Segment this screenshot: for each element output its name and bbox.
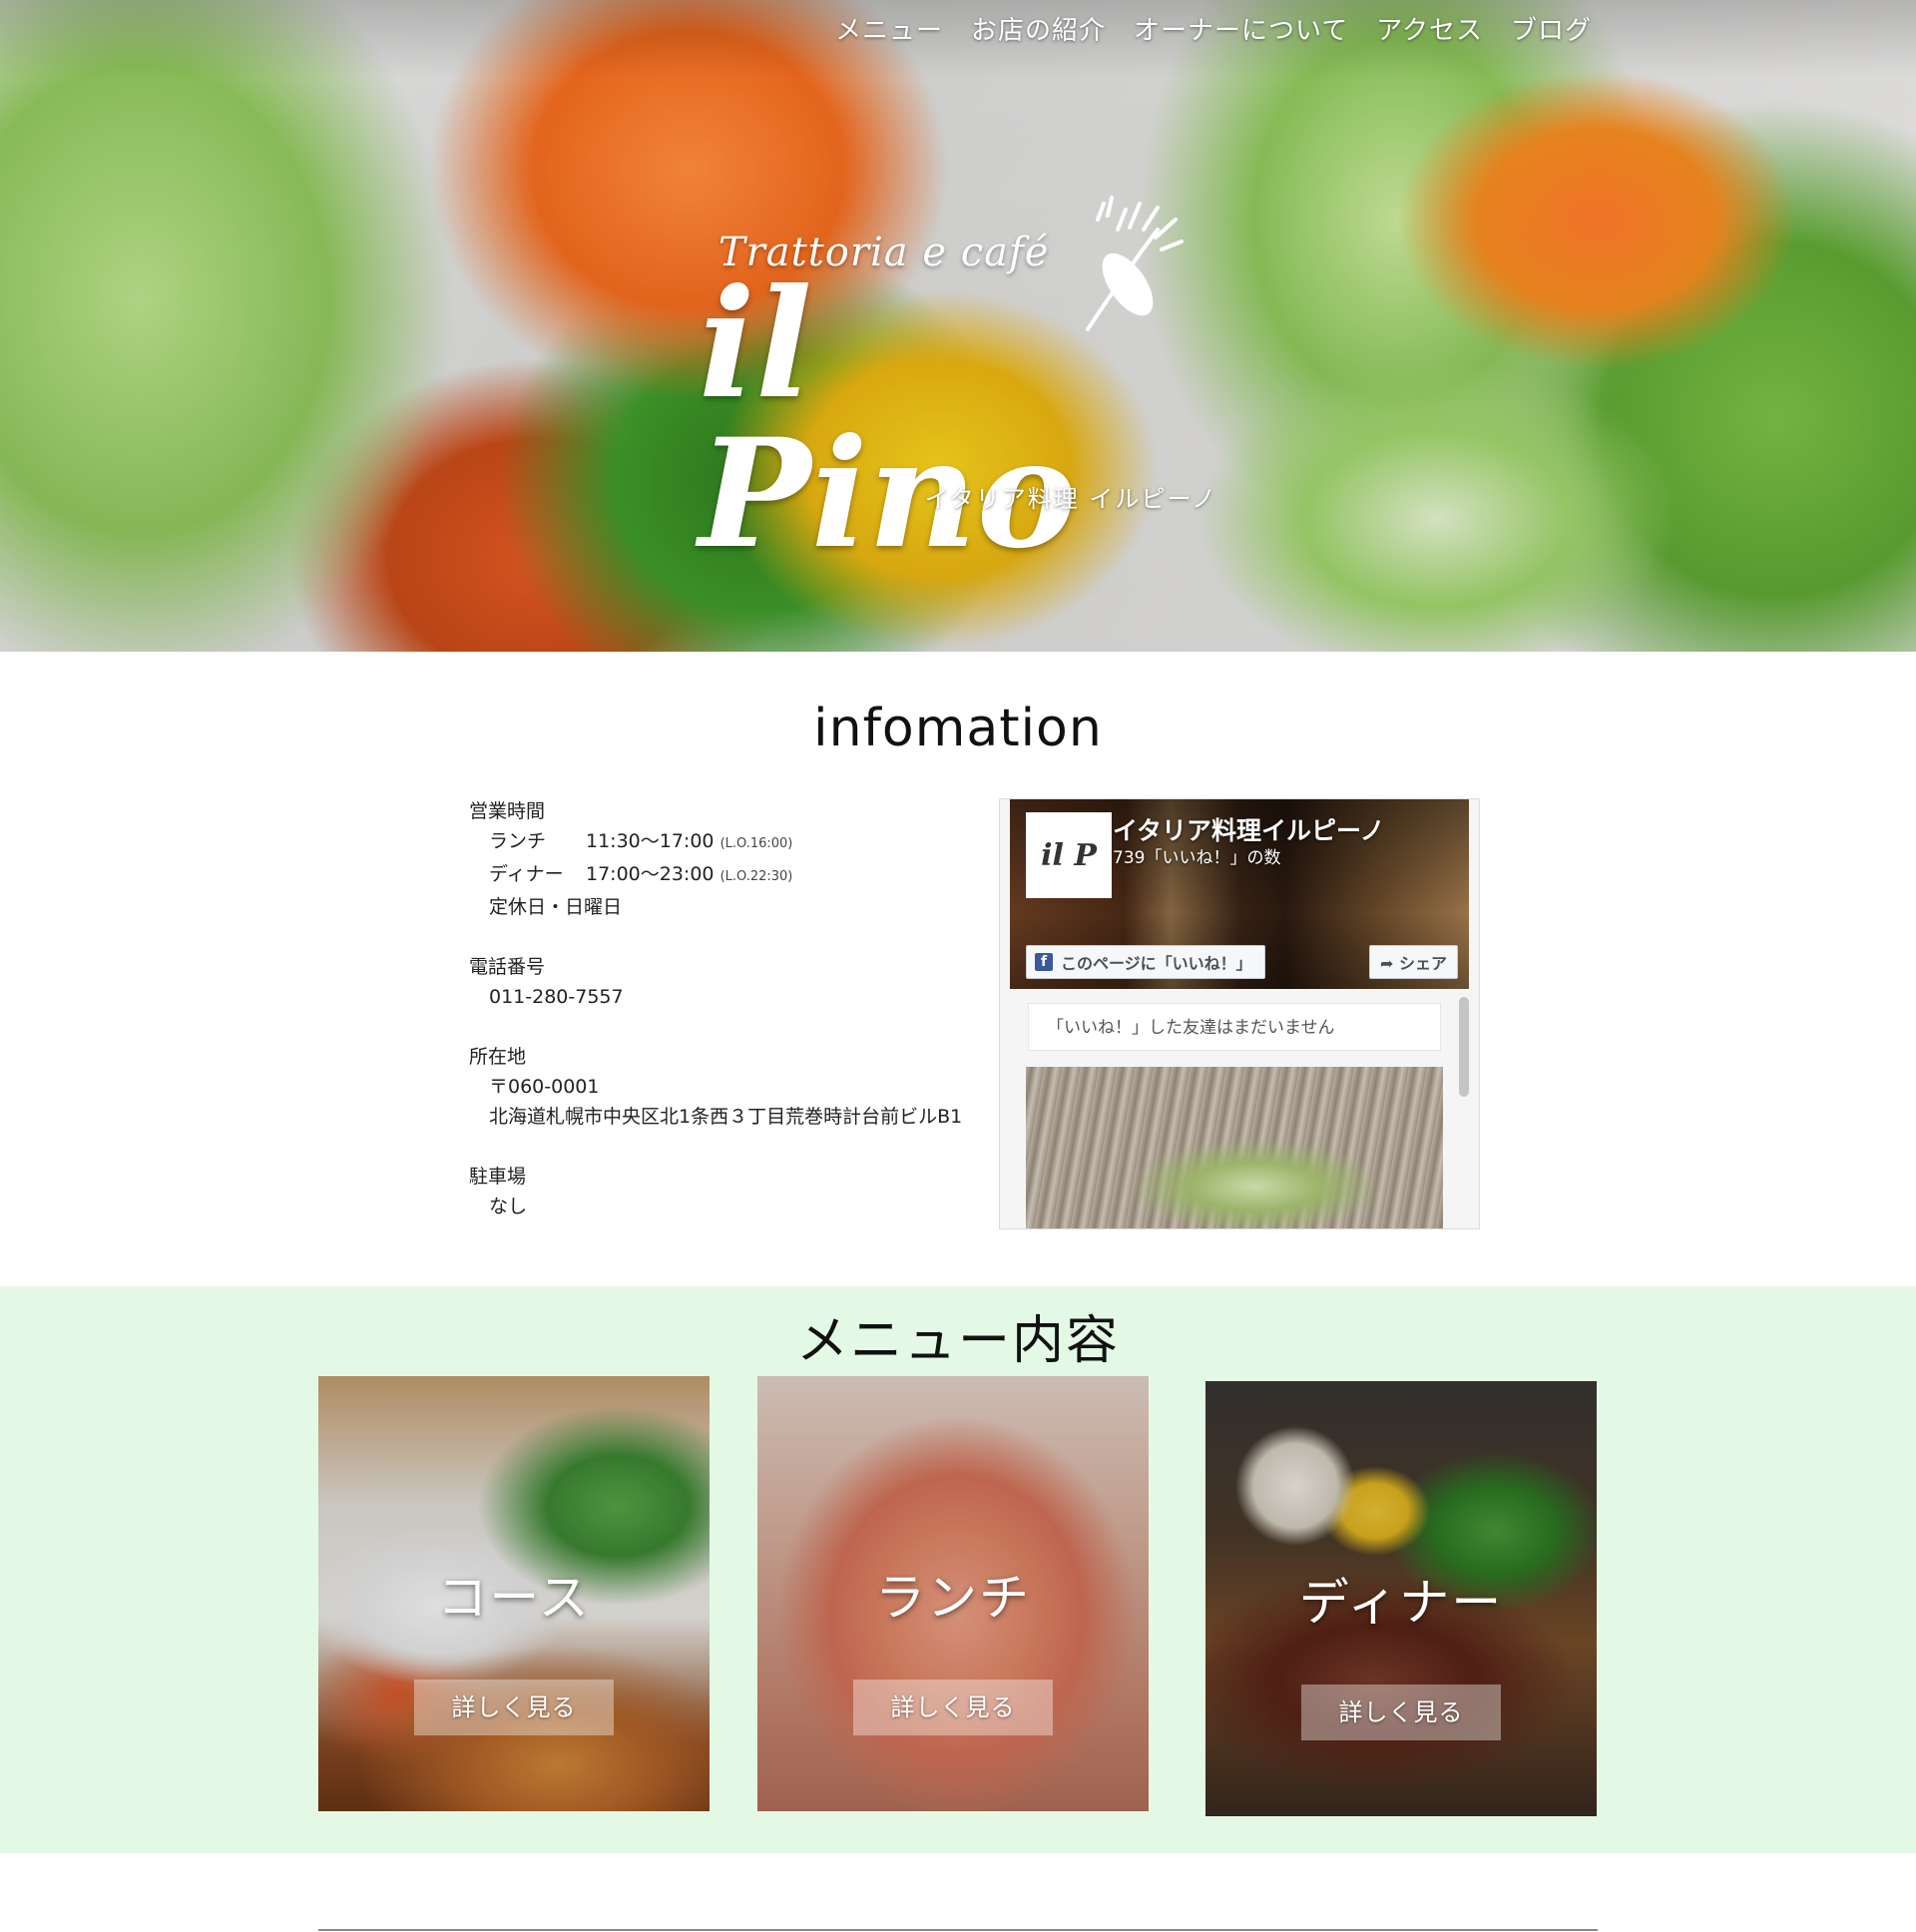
section-divider bbox=[318, 1929, 1598, 1931]
info-title: infomation bbox=[813, 699, 1103, 758]
menu-card-dinner[interactable]: ディナー 詳しく見る bbox=[1205, 1381, 1597, 1816]
facebook-like-count: 739「いいね！」の数 bbox=[1113, 848, 1281, 868]
menu-card-label: ディナー bbox=[1298, 1574, 1504, 1632]
facebook-friends-notice: 「いいね！」した友達はまだいません bbox=[1028, 1003, 1441, 1051]
logo-japanese-name: イタリア料理 イルピーノ bbox=[924, 485, 1217, 513]
phone-block: 電話番号 011-280-7557 bbox=[469, 952, 988, 1012]
nav-about-shop[interactable]: お店の紹介 bbox=[971, 10, 1106, 47]
restaurant-logo: Trattoria e café il Pino イタリア料理 イルピーノ bbox=[699, 190, 1217, 569]
nav-about-owner[interactable]: オーナーについて bbox=[1134, 10, 1348, 47]
menu-title: メニュー内容 bbox=[795, 1311, 1120, 1371]
address-heading: 所在地 bbox=[469, 1046, 527, 1068]
menu-card-label: コース bbox=[437, 1569, 591, 1627]
lunch-hours: ランチ 11:30〜17:00 (L.O.16:00) bbox=[469, 826, 988, 859]
street-address: 北海道札幌市中央区北1条西３丁目荒巻時計台前ビルB1 bbox=[489, 1106, 963, 1128]
menu-card-lunch[interactable]: ランチ 詳しく見る bbox=[757, 1376, 1149, 1811]
logo-wordmark: il Pino bbox=[699, 256, 1077, 582]
hours-block: 営業時間 ランチ 11:30〜17:00 (L.O.16:00) ディナー 17:0… bbox=[469, 796, 988, 922]
menu-card-label: ランチ bbox=[875, 1569, 1031, 1627]
facebook-like-button[interactable]: f このページに「いいね！」 bbox=[1026, 945, 1265, 979]
parking-block: 駐車場 なし bbox=[469, 1162, 988, 1221]
hero-banner: メニュー お店の紹介 オーナーについて アクセス ブログ Trattoria e… bbox=[0, 0, 1916, 652]
lunch-details-button[interactable]: 詳しく見る bbox=[853, 1680, 1053, 1735]
facebook-share-label: シェア bbox=[1398, 954, 1447, 973]
dinner-last-order: (L.O.22:30) bbox=[719, 869, 793, 884]
nav-blog[interactable]: ブログ bbox=[1511, 10, 1592, 47]
parking-value: なし bbox=[489, 1196, 528, 1217]
menu-section: メニュー内容 コース 詳しく見る ランチ 詳しく見る ディナー 詳しく見る bbox=[0, 1286, 1916, 1853]
dinner-label: ディナー bbox=[489, 863, 564, 885]
facebook-page-widget[interactable]: il P イタリア料理イルピーノ 739「いいね！」の数 f このページに「いい… bbox=[999, 798, 1480, 1229]
dinner-details-button[interactable]: 詳しく見る bbox=[1301, 1685, 1501, 1740]
facebook-page-name[interactable]: イタリア料理イルピーノ bbox=[1113, 811, 1385, 847]
phone-number[interactable]: 011-280-7557 bbox=[469, 982, 988, 1012]
share-arrow-icon: ➦ bbox=[1380, 954, 1399, 973]
info-details: 営業時間 ランチ 11:30〜17:00 (L.O.16:00) ディナー 17:0… bbox=[469, 796, 988, 1251]
closed-day: 定休日・日曜日 bbox=[489, 896, 623, 918]
nav-access[interactable]: アクセス bbox=[1376, 10, 1483, 47]
facebook-post-photo[interactable] bbox=[1026, 1067, 1443, 1228]
hours-heading: 営業時間 bbox=[469, 800, 546, 822]
facebook-like-label: このページに「いいね！」 bbox=[1061, 954, 1252, 973]
course-details-button[interactable]: 詳しく見る bbox=[414, 1680, 614, 1735]
address-block: 所在地 〒060-0001 北海道札幌市中央区北1条西３丁目荒巻時計台前ビルB1 bbox=[469, 1042, 988, 1132]
parking-heading: 駐車場 bbox=[469, 1166, 527, 1188]
facebook-share-button[interactable]: ➦ シェア bbox=[1369, 945, 1458, 979]
dinner-hours: ディナー 17:00〜23:00 (L.O.22:30) bbox=[469, 859, 988, 892]
dinner-time: 17:00〜23:00 bbox=[586, 863, 715, 885]
lunch-time: 11:30〜17:00 bbox=[586, 830, 715, 852]
facebook-icon: f bbox=[1035, 953, 1053, 971]
lunch-label: ランチ bbox=[489, 830, 547, 852]
phone-heading: 電話番号 bbox=[469, 956, 546, 978]
nav-menu[interactable]: メニュー bbox=[835, 10, 943, 47]
lunch-last-order: (L.O.16:00) bbox=[719, 836, 793, 851]
top-navigation: メニュー お店の紹介 オーナーについて アクセス ブログ bbox=[835, 10, 1592, 47]
facebook-scrollbar[interactable] bbox=[1459, 997, 1469, 1097]
menu-card-course[interactable]: コース 詳しく見る bbox=[318, 1376, 710, 1811]
facebook-page-avatar[interactable]: il P bbox=[1026, 812, 1112, 898]
postal-code: 〒060-0001 bbox=[489, 1076, 600, 1098]
